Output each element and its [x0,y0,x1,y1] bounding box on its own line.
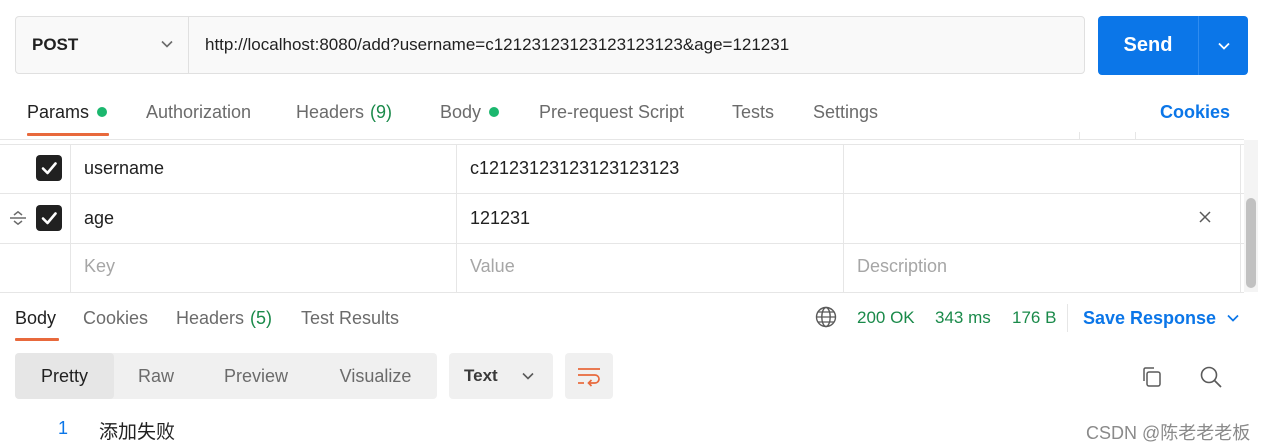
response-size[interactable]: 176 B [1012,305,1056,331]
view-mode-raw[interactable]: Raw [114,353,198,399]
tab-label: Body [15,307,57,328]
status-code[interactable]: 200 OK [857,305,915,331]
tab-label: Params [27,101,90,122]
search-icon[interactable] [1199,365,1223,389]
chevron-down-icon [522,372,534,380]
tab-label: Headers [296,101,365,122]
check-icon [41,162,57,175]
table-divider [456,144,457,292]
response-tab-test-results[interactable]: Test Results [301,305,399,331]
view-mode-preview[interactable]: Preview [198,353,314,399]
divider [1067,304,1068,332]
response-time[interactable]: 343 ms [935,305,991,331]
tab-label: Settings [813,101,879,122]
view-mode-visualize[interactable]: Visualize [314,353,437,399]
tab-label: Body [440,101,482,122]
param-value[interactable]: 121231 [470,205,530,231]
table-divider [70,144,71,292]
tab-tests[interactable]: Tests [732,98,774,126]
tab-settings[interactable]: Settings [813,98,878,126]
line-number: 1 [58,418,69,438]
send-options-button[interactable] [1199,16,1248,75]
tab-label: Test Results [301,307,400,328]
key-input[interactable]: Key [84,253,115,279]
chevron-down-icon [1217,42,1230,50]
send-button-group: Send [1098,16,1248,75]
send-button[interactable]: Send [1098,16,1198,75]
drag-handle-icon[interactable] [9,210,27,226]
param-value[interactable]: c12123123123123123123 [470,155,679,181]
globe-icon[interactable] [815,306,837,328]
wrap-lines-button[interactable] [565,353,613,399]
param-checkbox[interactable] [36,205,62,231]
table-divider [1135,132,1136,139]
active-tab-indicator [15,338,59,341]
cookies-link[interactable]: Cookies [1160,98,1230,126]
scrollbar-thumb[interactable] [1246,198,1256,288]
format-select[interactable]: Text [449,353,553,399]
description-input[interactable]: Description [857,253,947,279]
watermark: CSDN @陈老老老板 [1086,423,1251,443]
tab-params[interactable]: Params [27,98,108,126]
chevron-down-icon [1227,314,1239,322]
tab-count: (9) [370,101,393,122]
check-icon [41,212,57,225]
table-divider [0,292,1244,293]
tab-label: Headers [176,307,245,328]
status-dot [489,107,500,117]
tab-label: Pre-request Script [539,101,685,122]
table-divider [0,139,1244,140]
tab-label: Tests [732,101,775,122]
tab-headers[interactable]: Headers (9) [296,98,392,126]
table-divider [0,243,1244,244]
url-input[interactable]: http://localhost:8080/add?username=c1212… [205,17,789,73]
save-response-button[interactable]: Save Response [1083,305,1240,331]
close-icon[interactable] [1198,210,1212,224]
view-mode-pretty[interactable]: Pretty [15,353,114,399]
view-mode-control: Pretty Raw Preview Visualize [15,353,437,399]
tab-pre-request-script[interactable]: Pre-request Script [539,98,684,126]
value-input[interactable]: Value [470,253,515,279]
request-bar: POST http://localhost:8080/add?username=… [15,16,1085,74]
response-tab-body[interactable]: Body [15,305,56,331]
param-key[interactable]: age [84,205,114,231]
table-divider [1240,144,1241,292]
table-divider [843,144,844,292]
wrap-lines-icon [578,368,600,387]
table-divider [1079,132,1080,139]
copy-icon[interactable] [1140,365,1164,389]
table-divider [0,144,1244,145]
response-tab-cookies[interactable]: Cookies [83,305,148,331]
table-divider [0,193,1244,194]
method-select[interactable]: POST [16,17,189,73]
tab-count: (5) [250,307,273,328]
method-label: POST [32,35,79,54]
tab-body[interactable]: Body [440,98,500,126]
tab-label: Cookies [83,307,149,328]
tab-label: Authorization [146,101,252,122]
active-tab-indicator [27,133,109,136]
status-dot [97,107,108,117]
tab-authorization[interactable]: Authorization [146,98,251,126]
response-tab-headers[interactable]: Headers (5) [176,305,272,331]
format-label: Text [464,366,498,385]
response-body-text[interactable]: 添加失败 [99,417,175,444]
param-key[interactable]: username [84,155,164,181]
chevron-down-icon [161,40,173,48]
param-checkbox[interactable] [36,155,62,181]
save-response-label: Save Response [1083,307,1217,328]
